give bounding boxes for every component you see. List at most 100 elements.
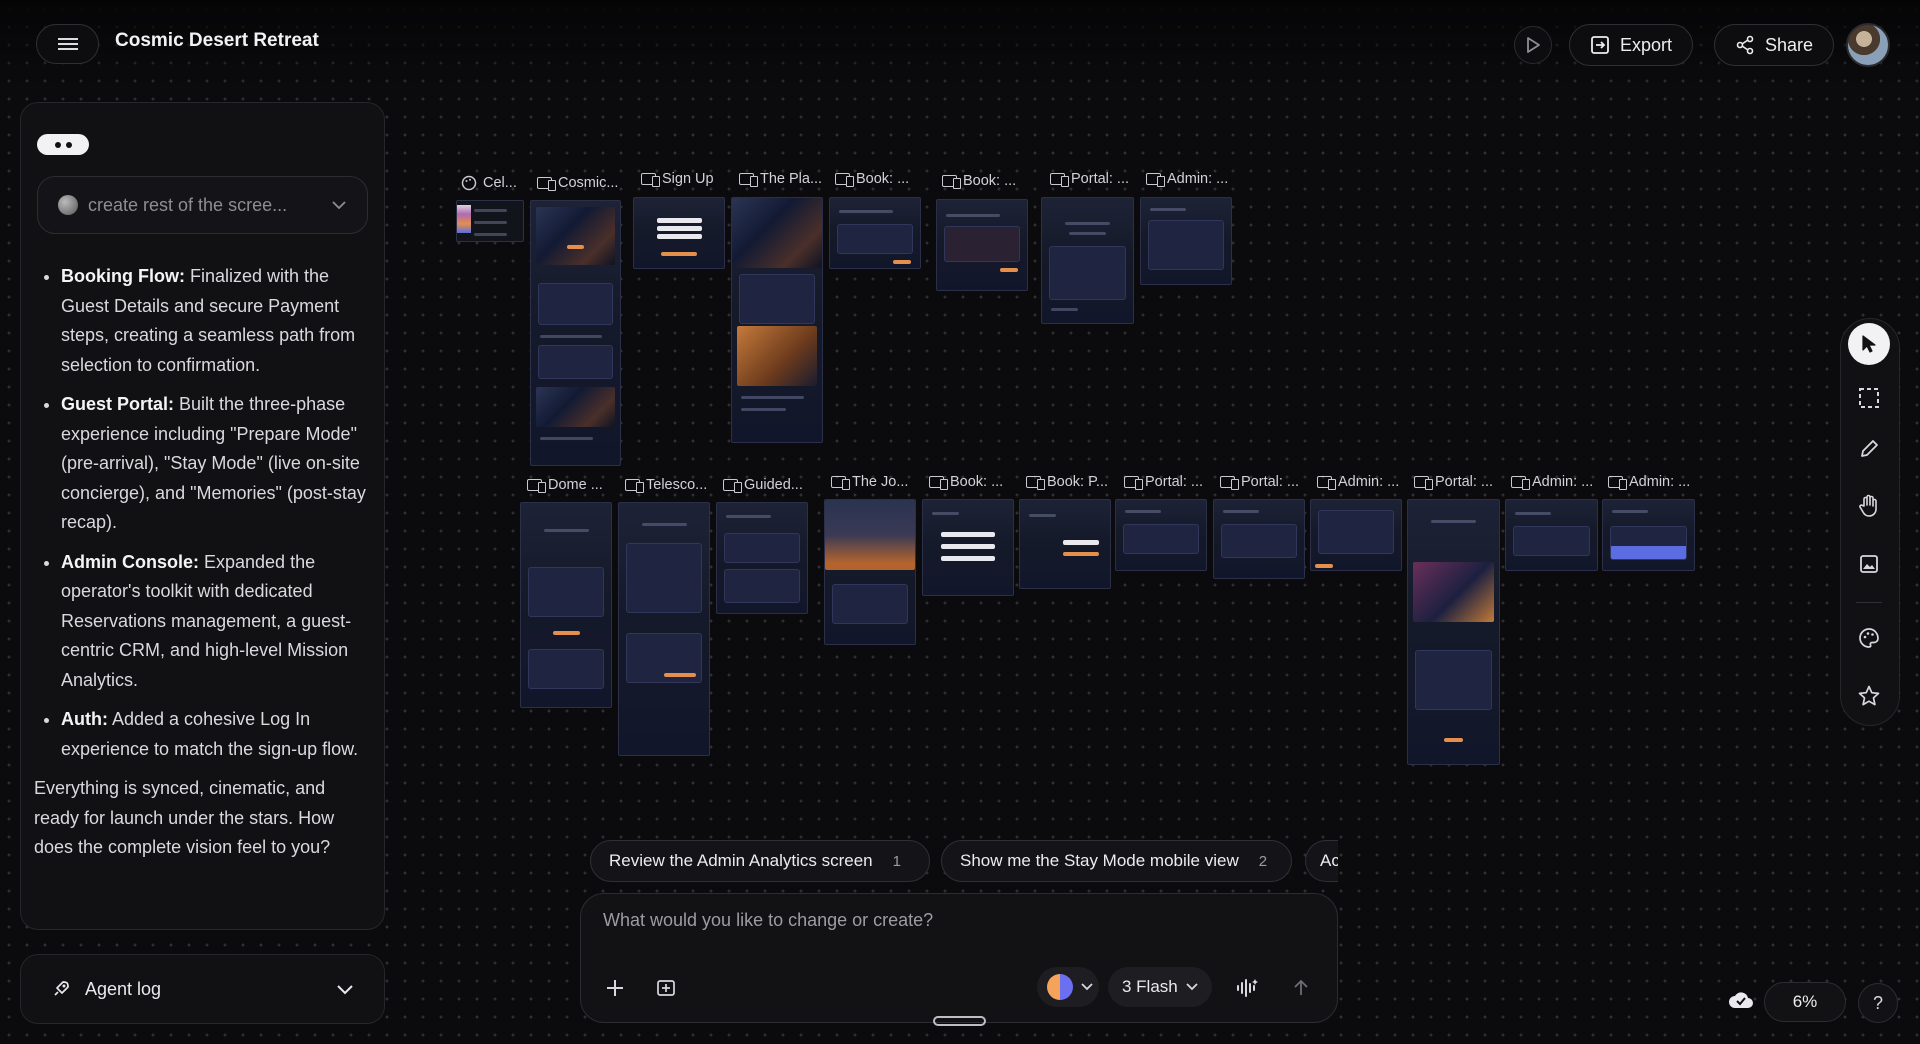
device-icon [1317,476,1336,490]
style-selector[interactable] [1037,967,1099,1007]
palette-icon [461,175,477,191]
select-tool[interactable] [1848,377,1890,419]
design-frame[interactable] [1407,499,1500,765]
frame-label[interactable]: Admin: ... [1317,474,1399,490]
design-frame[interactable] [1505,499,1598,571]
device-icon [527,479,546,493]
device-icon [1050,173,1069,187]
device-icon [1511,476,1530,490]
frame-label[interactable]: Portal: ... [1124,474,1203,490]
theme-tool[interactable] [1848,617,1890,659]
device-icon [537,177,556,191]
frame-label-text: Sign Up [662,171,714,187]
design-frame[interactable] [936,199,1028,291]
frame-label[interactable]: Book: ... [942,173,1016,189]
design-frame[interactable] [530,200,621,466]
design-frame[interactable] [1115,499,1207,571]
device-icon [625,479,644,493]
frame-label[interactable]: Telesco... [625,477,707,493]
design-frame[interactable] [618,502,710,756]
avatar[interactable] [1846,23,1890,67]
hand-tool[interactable] [1848,485,1890,527]
design-frame[interactable] [731,197,823,443]
frame-label[interactable]: Book: ... [835,171,909,187]
pointer-icon [1862,335,1876,353]
frame-label[interactable]: Portal: ... [1220,474,1299,490]
bullet-auth: Auth: Added a cohesive Log In experience… [61,705,367,764]
frame-label-text: Cel... [483,175,517,191]
design-frame[interactable] [1019,499,1111,589]
prompt-history-select[interactable]: create rest of the scree... [37,176,368,234]
bullet-booking-flow: Booking Flow: Finalized with the Guest D… [61,262,367,380]
pencil-icon [1861,440,1878,457]
frame-label[interactable]: Cel... [461,175,517,191]
design-frame[interactable] [1140,197,1232,285]
export-button[interactable]: Export [1569,24,1694,66]
frame-label[interactable]: Portal: ... [1050,171,1129,187]
frame-label[interactable]: The Jo... [831,474,908,490]
suggestion-shortcut: 1 [892,852,901,870]
closing-text: Everything is synced, cinematic, and rea… [34,778,335,857]
export-icon [1591,36,1609,54]
design-frame[interactable] [1310,499,1402,571]
frame-label[interactable]: The Pla... [739,171,822,187]
frame-label[interactable]: Admin: ... [1146,171,1228,187]
pen-tool[interactable] [1848,428,1890,470]
frame-label-text: The Jo... [852,474,909,490]
design-frame[interactable] [1213,499,1305,579]
bullet-text: Built the three-phase experience includi… [61,394,366,532]
add-attachment-button[interactable] [601,974,629,1002]
frame-label-text: Portal: ... [1071,171,1130,187]
play-button[interactable] [1514,26,1552,64]
typing-indicator [37,134,89,155]
design-frame[interactable] [1602,499,1695,571]
cloud-check-icon [1729,992,1753,1008]
design-frame[interactable] [829,197,921,269]
design-frame[interactable] [520,502,612,708]
share-button[interactable]: Share [1714,24,1835,66]
frame-label-text: Book: P... [1047,474,1108,490]
frame-label-text: The Pla... [760,171,823,187]
image-icon [1860,555,1878,573]
design-frame[interactable] [922,499,1014,596]
resize-handle[interactable] [933,1016,986,1026]
frame-label[interactable]: Sign Up [641,171,714,187]
frame-label[interactable]: Admin: ... [1511,474,1593,490]
frame-label[interactable]: Admin: ... [1608,474,1690,490]
suggestion-chip[interactable]: Review the Admin Analytics screen 1 [590,840,930,882]
frame-label[interactable]: Book: P... [1026,474,1108,490]
frame-label[interactable]: Dome ... [527,477,603,493]
chevron-down-icon [332,201,346,210]
sync-status [1728,990,1754,1012]
composer[interactable]: What would you like to change or create?… [580,893,1338,1023]
design-frame[interactable] [824,499,916,645]
design-frame[interactable] [456,200,524,242]
zoom-level[interactable]: 6% [1764,982,1846,1022]
frame-label-text: Portal: ... [1435,474,1494,490]
image-tool[interactable] [1848,543,1890,585]
device-icon [942,175,961,189]
menu-button[interactable] [36,24,99,64]
help-button[interactable]: ? [1858,983,1898,1023]
send-button[interactable] [1285,972,1317,1004]
pointer-tool[interactable] [1848,323,1890,365]
device-icon [929,476,948,490]
marquee-select-icon [1859,388,1879,408]
rocket-icon [54,981,69,996]
agent-log-toggle[interactable]: Agent log [20,954,385,1024]
model-selector[interactable]: 3 Flash [1108,967,1212,1007]
design-frame[interactable] [716,502,808,614]
share-icon [1736,35,1754,55]
voice-button[interactable] [1231,972,1263,1004]
design-frame[interactable] [633,197,725,269]
frame-label[interactable]: Book: ... [929,474,1003,490]
suggestion-chip[interactable]: Ac [1305,840,1338,882]
chevron-down-icon [337,984,353,994]
add-frame-button[interactable] [653,974,681,1002]
frame-label[interactable]: Portal: ... [1414,474,1493,490]
frame-label[interactable]: Cosmic... [537,175,618,191]
frame-label[interactable]: Guided... [723,477,803,493]
design-frame[interactable] [1041,197,1134,324]
suggestion-chip[interactable]: Show me the Stay Mode mobile view 2 [941,840,1292,882]
favorite-tool[interactable] [1848,675,1890,717]
